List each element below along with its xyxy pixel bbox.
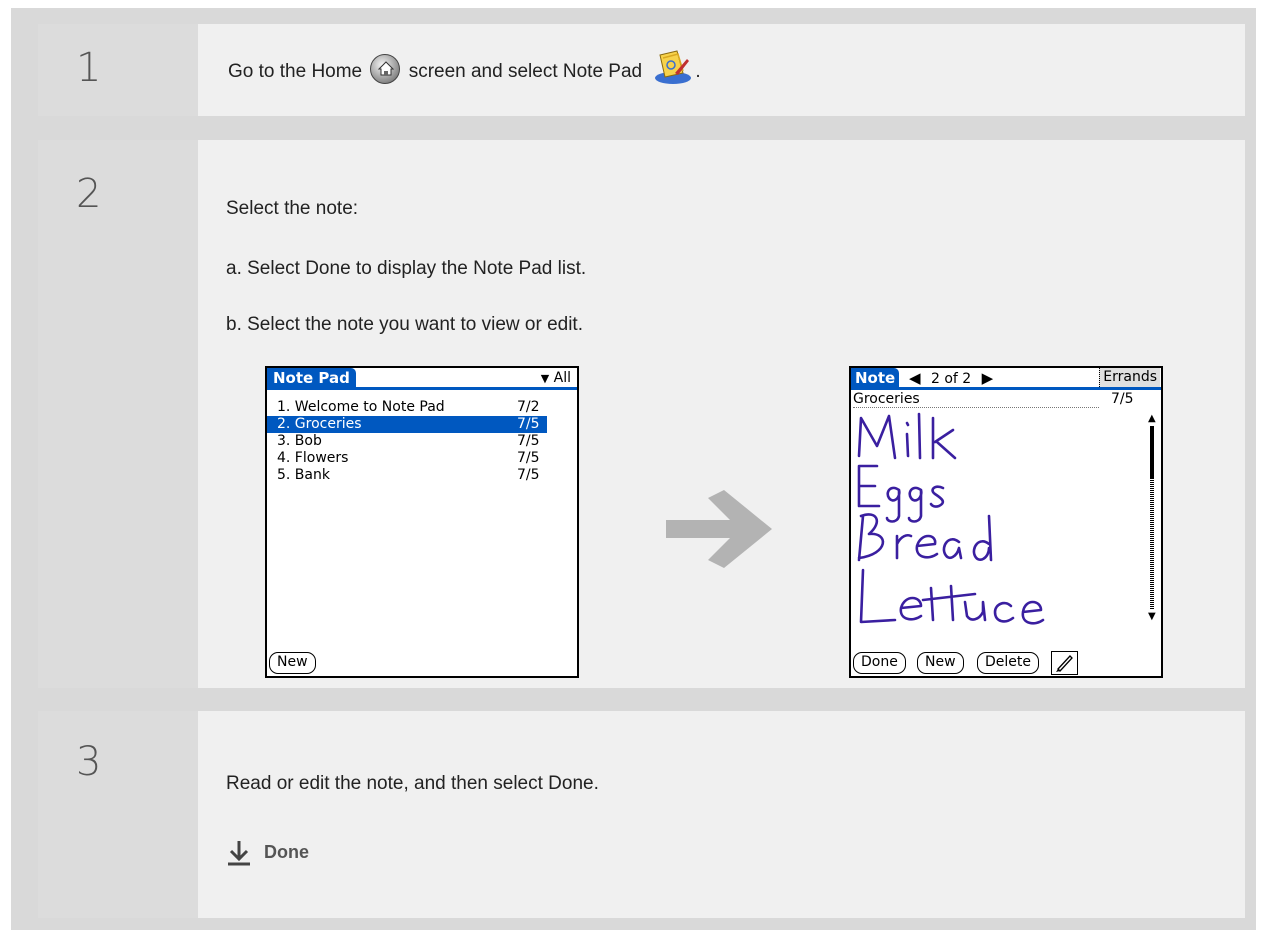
scroll-thumb[interactable] [1150, 426, 1154, 478]
step-2-intro: Select the note: [226, 198, 359, 219]
new-button[interactable]: New [917, 652, 964, 674]
step-number-column: 2 [38, 140, 198, 688]
title-rule [851, 387, 1161, 390]
step-1: 1 Go to the Home screen and select Note … [38, 24, 1245, 116]
handwriting-stroke [1021, 600, 1045, 625]
step-3-instruction: Read or edit the note, and then select D… [226, 773, 599, 794]
note-date: 7/5 [517, 450, 540, 466]
done-button[interactable]: Done [853, 652, 906, 674]
note-title: 4. Flowers [277, 450, 349, 466]
handwriting-stroke [942, 538, 963, 560]
screen-title: Note Pad [267, 368, 356, 388]
substep-b: b. Select the note you want to view or e… [226, 314, 583, 335]
note-title: 2. Groceries [277, 416, 362, 432]
list-item[interactable]: 5. Bank 7/5 [267, 467, 547, 484]
instruction-text: Go to the Home [228, 61, 363, 83]
note-date: 7/5 [517, 416, 540, 432]
step-number: 3 [76, 739, 102, 785]
step-content: Select the note: a. Select Done to displ… [199, 140, 1245, 688]
step-content: Read or edit the note, and then select D… [199, 711, 1245, 918]
pen-color-icon[interactable] [1051, 651, 1078, 675]
step-2: 2 Select the note: a. Select Done to dis… [38, 140, 1245, 688]
chevron-down-icon: ▼ [540, 372, 550, 385]
step-content: Go to the Home screen and select Note Pa… [199, 24, 1245, 116]
note-title: 3. Bob [277, 433, 322, 449]
down-arrow-icon [227, 839, 251, 869]
handwriting-stroke [915, 534, 939, 559]
note-pad-list-screen: Note Pad ▼ All 1. Welcome to Note Pad 7/2… [265, 366, 579, 678]
handwriting-stroke [895, 533, 913, 560]
step-number: 2 [76, 171, 102, 217]
delete-button[interactable]: Delete [977, 652, 1039, 674]
instruction-text: . [695, 61, 701, 83]
category-label: All [553, 370, 571, 386]
step-1-instruction: Go to the Home screen and select Note Pa… [228, 50, 701, 85]
instruction-text: screen and select Note Pad [408, 61, 643, 83]
step-number-column: 1 [38, 24, 198, 116]
substep-a: a. Select Done to display the Note Pad l… [226, 258, 587, 279]
step-3: 3 Read or edit the note, and then select… [38, 711, 1245, 918]
page-navigator: ◀ 2 of 2 ▶ [909, 368, 993, 388]
category-picker[interactable]: ▼ All [541, 368, 571, 388]
handwriting-stroke [859, 568, 897, 624]
handwriting-stroke [963, 600, 987, 622]
handwriting-stroke [857, 513, 885, 562]
scrollbar[interactable]: ▲ ▼ [1147, 414, 1157, 622]
home-icon [370, 54, 401, 84]
next-page-icon[interactable]: ▶ [982, 369, 994, 387]
list-item[interactable]: 3. Bob 7/5 [267, 433, 547, 450]
handwriting-stroke [899, 596, 923, 621]
note-title: 1. Welcome to Note Pad [277, 399, 445, 415]
list-item[interactable]: 1. Welcome to Note Pad 7/2 [267, 399, 547, 416]
note-date: 7/2 [517, 399, 540, 415]
handwriting-stroke [931, 416, 957, 460]
new-button[interactable]: New [269, 652, 316, 674]
scroll-down-icon[interactable]: ▼ [1148, 612, 1156, 622]
handwritten-note-canvas[interactable] [855, 412, 1125, 628]
handwriting-stroke [905, 421, 910, 458]
list-item[interactable]: 4. Flowers 7/5 [267, 450, 547, 467]
right-arrow-icon [666, 490, 772, 568]
handwriting-stroke [857, 464, 881, 508]
note-title-field[interactable]: Groceries [853, 391, 1099, 408]
handwriting-stroke [972, 514, 993, 562]
handwriting-stroke [917, 412, 922, 460]
done-link[interactable]: Done [264, 842, 309, 863]
handwriting-stroke [929, 485, 945, 508]
title-rule [267, 387, 577, 390]
note-title: 5. Bank [277, 467, 330, 483]
note-view-screen: Note ◀ 2 of 2 ▶ Errands Groceries 7/5 ▲ … [849, 366, 1163, 678]
step-number-column: 3 [38, 711, 198, 918]
page-indicator: 2 of 2 [931, 371, 972, 387]
previous-page-icon[interactable]: ◀ [909, 369, 921, 387]
note-date: 7/5 [517, 433, 540, 449]
note-date: 7/5 [517, 467, 540, 483]
screen-title: Note [851, 368, 900, 388]
category-picker[interactable]: Errands [1099, 368, 1160, 387]
handwriting-stroke [993, 601, 1015, 623]
scroll-track [1150, 478, 1154, 610]
list-item-selected[interactable]: 2. Groceries 7/5 [267, 416, 547, 433]
handwriting-stroke [885, 486, 901, 523]
handwriting-stroke [907, 486, 923, 523]
note-date: 7/5 [1111, 391, 1134, 407]
step-number: 1 [76, 45, 102, 91]
handwriting-stroke [857, 414, 897, 460]
notepad-app-icon [653, 49, 693, 85]
scroll-up-icon[interactable]: ▲ [1148, 414, 1156, 424]
